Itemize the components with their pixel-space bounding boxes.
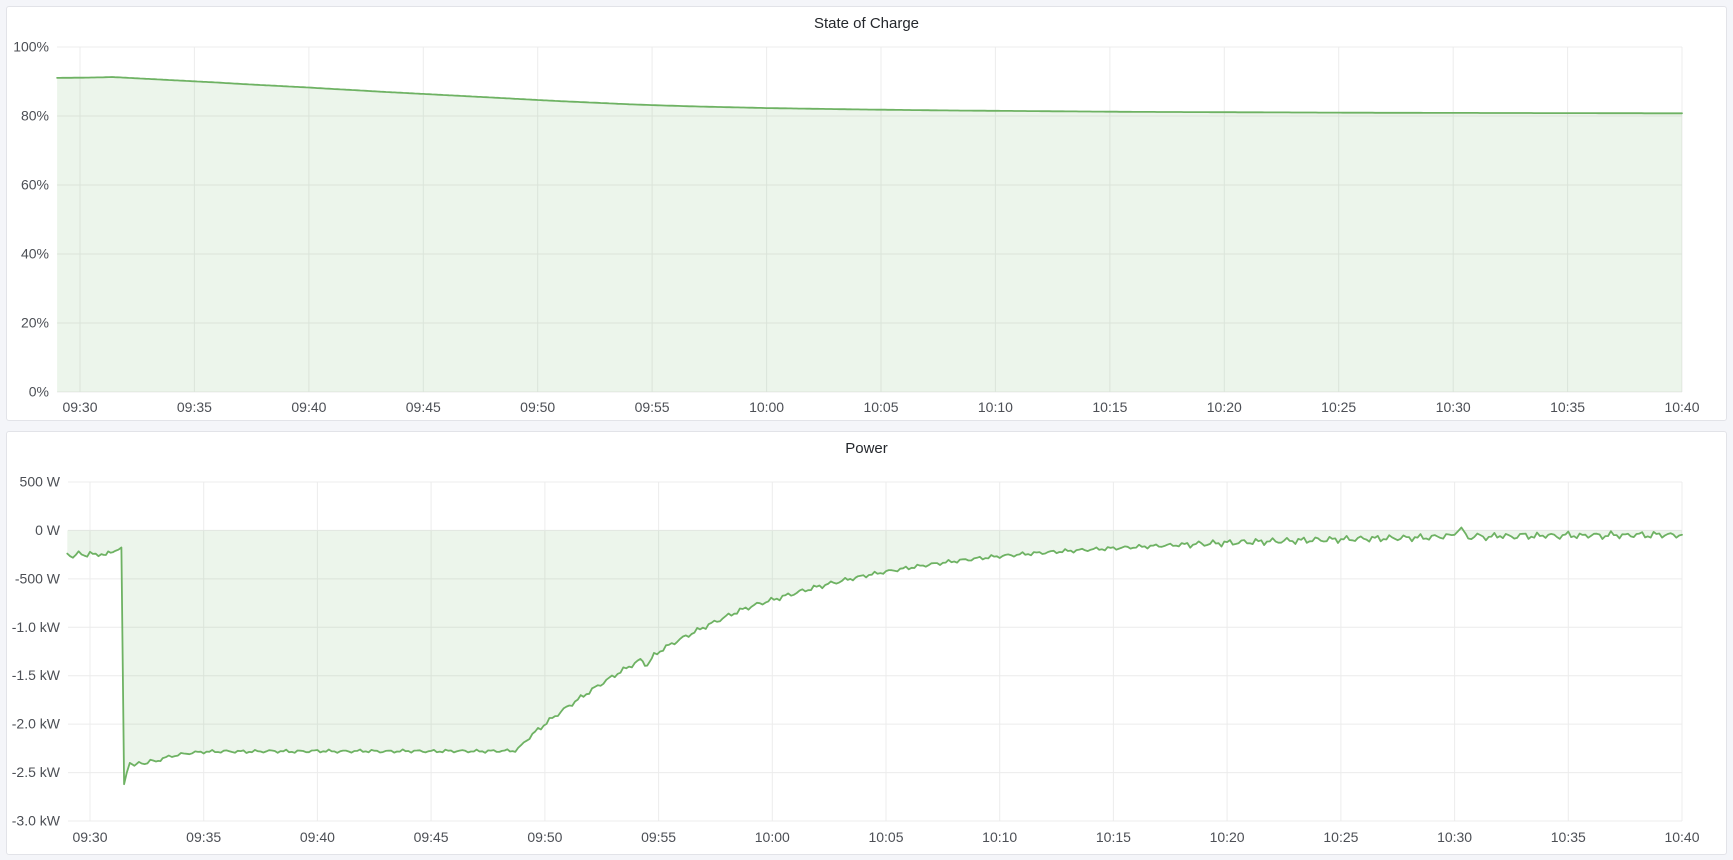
x-axis-tick-label: 10:15 xyxy=(1092,399,1127,415)
x-axis-tick-label: 09:50 xyxy=(527,829,562,845)
y-axis-tick-label: 20% xyxy=(21,315,49,331)
grafana-dashboard: { "page": { "background": "#f4f5f9", "pa… xyxy=(0,0,1733,860)
x-axis-tick-label: 10:20 xyxy=(1207,399,1242,415)
y-axis-tick-label: -2.5 kW xyxy=(12,764,61,780)
power-chart-canvas[interactable]: 500 W 0 W -500 W -1.0 kW -1.5 kW -2.0 kW -2.5 … xyxy=(7,432,1726,854)
x-axis-tick-label: 10:10 xyxy=(978,399,1013,415)
y-axis-tick-label: 60% xyxy=(21,177,49,193)
x-axis-tick-label: 10:35 xyxy=(1550,399,1585,415)
y-axis-tick-label: 80% xyxy=(21,108,49,124)
x-axis-tick-label: 10:35 xyxy=(1551,829,1586,845)
y-axis-tick-label: 500 W xyxy=(20,474,61,490)
y-axis-tick-label: 40% xyxy=(21,246,49,262)
x-axis-tick-label: 10:05 xyxy=(868,829,903,845)
x-axis-tick-label: 10:30 xyxy=(1437,829,1472,845)
x-axis-tick-label: 09:35 xyxy=(177,399,212,415)
panel-title-state-of-charge[interactable]: State of Charge xyxy=(7,7,1726,39)
y-axis-tick-label: -1.0 kW xyxy=(12,619,61,635)
x-axis-tick-label: 10:25 xyxy=(1321,399,1356,415)
x-axis-tick-label: 10:15 xyxy=(1096,829,1131,845)
soc-chart-canvas[interactable]: 100% 80% 60% 40% 20% 0% 09:30 09:35 09:40 09:45 09… xyxy=(7,7,1726,420)
y-axis-tick-label: -500 W xyxy=(15,570,61,586)
x-axis-tick-label: 09:55 xyxy=(635,399,670,415)
x-axis-tick-label: 09:35 xyxy=(186,829,221,845)
y-axis-tick-label: 0% xyxy=(29,384,49,400)
x-axis-tick-label: 10:30 xyxy=(1436,399,1471,415)
panel-title-power[interactable]: Power xyxy=(7,432,1726,464)
x-axis-tick-label: 10:20 xyxy=(1210,829,1245,845)
x-axis-tick-label: 09:50 xyxy=(520,399,555,415)
x-axis-tick-label: 10:00 xyxy=(755,829,790,845)
series-area-fill xyxy=(57,77,1682,392)
y-axis-tick-label: -2.0 kW xyxy=(12,716,61,732)
x-axis-tick-label: 09:45 xyxy=(414,829,449,845)
panel-state-of-charge: State of Charge 100% 80% 60% 40% 20% 0% 09:30 0… xyxy=(6,6,1727,421)
x-axis-tick-label: 10:10 xyxy=(982,829,1017,845)
x-axis-tick-label: 09:55 xyxy=(641,829,676,845)
panel-power: Power 500 W 0 W -500 W -1.0 kW -1.5 kW -2.0 k… xyxy=(6,431,1727,855)
x-axis-tick-label: 10:25 xyxy=(1323,829,1358,845)
x-axis-tick-label: 10:40 xyxy=(1664,829,1699,845)
x-axis-tick-label: 09:30 xyxy=(72,829,107,845)
y-axis-tick-label: 0 W xyxy=(35,522,61,538)
y-axis-tick-label: 100% xyxy=(13,39,49,55)
y-axis-tick-label: -3.0 kW xyxy=(12,813,61,829)
y-axis-tick-label: -1.5 kW xyxy=(12,667,61,683)
x-axis-tick-label: 10:05 xyxy=(863,399,898,415)
x-axis-tick-label: 09:40 xyxy=(300,829,335,845)
x-axis-tick-label: 09:45 xyxy=(406,399,441,415)
x-axis-tick-label: 09:40 xyxy=(291,399,326,415)
x-axis-tick-label: 10:40 xyxy=(1664,399,1699,415)
x-axis-tick-label: 10:00 xyxy=(749,399,784,415)
series-area-fill xyxy=(67,528,1682,785)
x-axis-tick-label: 09:30 xyxy=(62,399,97,415)
